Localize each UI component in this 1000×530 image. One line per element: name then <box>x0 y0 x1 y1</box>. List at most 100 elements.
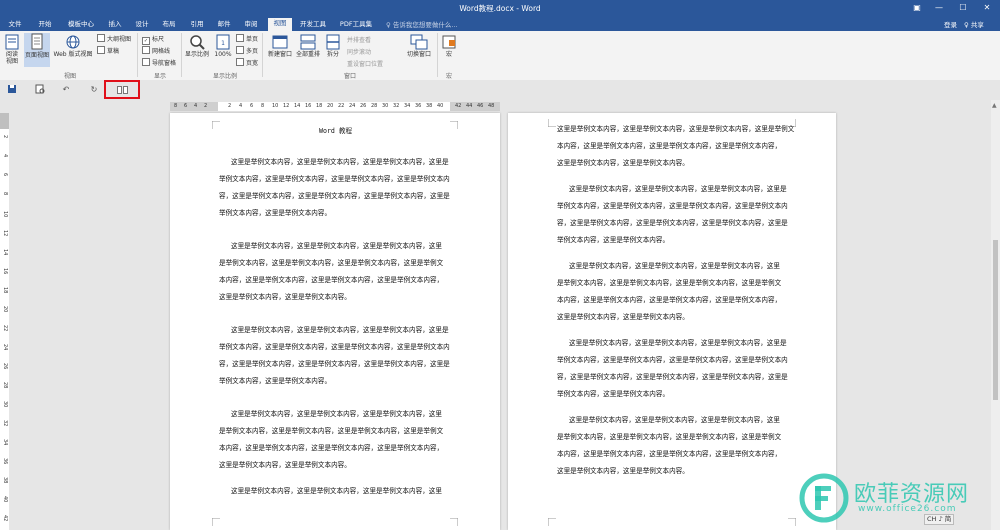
login-link[interactable]: 登录 <box>944 19 957 29</box>
undo-icon[interactable]: ↶ <box>60 84 72 96</box>
side-by-side-icon <box>117 86 128 94</box>
vruler-tick-label: 6 <box>2 173 8 177</box>
save-icon[interactable] <box>6 84 18 96</box>
draft-view-button[interactable]: 草稿 <box>97 46 119 55</box>
tab-view[interactable]: 视图 <box>268 18 292 31</box>
ruler-tick-label: 10 <box>272 103 279 109</box>
close-icon[interactable]: ✕ <box>980 2 994 14</box>
page-width-icon <box>236 58 244 66</box>
vruler-tick-label: 34 <box>2 439 8 446</box>
one-page-button[interactable]: 单页 <box>236 34 258 43</box>
corner-mark <box>548 119 556 127</box>
minimize-icon[interactable]: — <box>932 2 946 14</box>
vertical-scrollbar[interactable]: ▲ <box>991 100 1000 530</box>
maximize-icon[interactable]: ☐ <box>956 2 970 14</box>
outline-view-button[interactable]: 大纲视图 <box>97 34 131 43</box>
text-line: 是举例文本内容，这里是举例文本内容，这里是举例文本内容，这里是举例文 <box>557 279 782 287</box>
text-line: 举例文本内容，这里是举例文本内容，这里是举例文本内容，这里是举例文本内 <box>557 202 788 210</box>
side-by-side-button[interactable]: 并排查看 <box>347 35 371 44</box>
vruler-tick-label: 4 <box>2 154 8 158</box>
print-preview-icon[interactable] <box>34 84 46 96</box>
read-mode-button[interactable]: 阅读 视图 <box>3 34 21 65</box>
sync-scroll-button[interactable]: 同步滚动 <box>347 47 371 56</box>
corner-mark <box>450 121 458 129</box>
vruler-tick-label: 22 <box>2 325 8 332</box>
scroll-up-icon[interactable]: ▲ <box>992 102 997 109</box>
multi-page-button[interactable]: 多页 <box>236 46 258 55</box>
tab-mailings[interactable]: 邮件 <box>213 19 235 31</box>
zoom-button[interactable]: 显示比例 <box>184 34 210 58</box>
ruler-checkbox[interactable]: ✓ 标尺 <box>142 34 164 45</box>
tab-developer[interactable]: 开发工具 <box>298 19 328 31</box>
separator <box>137 33 138 77</box>
tab-templates[interactable]: 模板中心 <box>64 19 98 31</box>
text-line: 这里是举例文本内容，这里是举例文本内容。 <box>557 159 689 167</box>
tell-me-input[interactable]: ♀ 告诉我您想要做什么... <box>386 19 458 29</box>
redo-icon[interactable]: ↻ <box>88 84 100 96</box>
ruler-tick-label: 42 <box>455 103 462 109</box>
text-line: 举例文本内容，这里是举例文本内容。 <box>557 390 670 398</box>
tab-design[interactable]: 设计 <box>131 19 153 31</box>
text-line: 这里是举例文本内容，这里是举例文本内容，这里是举例文本内容，这里是 <box>231 326 449 334</box>
tab-layout[interactable]: 布局 <box>158 19 180 31</box>
window-group-label: 窗口 <box>343 73 356 80</box>
split-button[interactable]: 拆分 <box>323 34 343 58</box>
switch-window-button[interactable]: 切换窗口 <box>404 34 434 58</box>
window-title: Word教程.docx - Word <box>459 4 541 13</box>
text-line: 这里是举例文本内容，这里是举例文本内容，这里是举例文本内容，这里 <box>231 410 442 418</box>
new-window-button[interactable]: 新建窗口 <box>266 34 294 58</box>
tab-file[interactable]: 文件 <box>4 19 26 31</box>
ribbon-display-icon[interactable]: ▣ <box>910 2 924 14</box>
tab-home[interactable]: 开始 <box>34 19 56 31</box>
watermark: 欧菲资源网 www.office26.com <box>798 470 998 528</box>
split-icon <box>326 34 340 50</box>
text-line: 是举例文本内容，这里是举例文本内容，这里是举例文本内容，这里是举例文 <box>557 433 782 441</box>
quick-access-toolbar: ↶ ↻ <box>0 80 1000 101</box>
share-button[interactable]: ♀ 共享 <box>964 19 984 29</box>
tab-insert[interactable]: 插入 <box>104 19 126 31</box>
print-layout-icon <box>31 33 43 50</box>
text-line: 这里是举例文本内容，这里是举例文本内容，这里是举例文本内容，这里 <box>569 262 780 270</box>
tab-pdf-tools[interactable]: PDF工具集 <box>336 19 376 31</box>
highlighted-side-by-side-button[interactable] <box>104 80 140 99</box>
text-line: 本内容，这里是举例文本内容，这里是举例文本内容，这里是举例文本内容， <box>219 276 444 284</box>
separator <box>262 33 263 77</box>
ruler-tick-label: 32 <box>393 103 400 109</box>
watermark-logo-icon <box>799 473 849 523</box>
separator <box>181 33 182 77</box>
nav-pane-checkbox[interactable]: 导航窗格 <box>142 58 176 67</box>
outline-icon <box>97 34 105 42</box>
web-layout-button[interactable]: Web 版式视图 <box>52 34 94 58</box>
vruler-tick-label: 32 <box>2 420 8 427</box>
globe-icon <box>66 35 80 49</box>
print-layout-button[interactable]: 页面视图 <box>24 33 50 67</box>
tab-references[interactable]: 引用 <box>186 19 208 31</box>
text-line: 这里是举例文本内容，这里是举例文本内容，这里是举例文本内容，这里是 <box>231 158 449 166</box>
zoom-100-button[interactable]: 1 100% <box>213 34 233 58</box>
page-right[interactable]: 这里是举例文本内容，这里是举例文本内容，这里是举例文本内容，这里是举例文 本内容，… <box>508 113 836 530</box>
ruler-tick-label: 26 <box>360 103 367 109</box>
macros-button[interactable]: 宏 <box>441 34 457 58</box>
vruler-tick-label: 26 <box>2 363 8 370</box>
arrange-all-icon <box>300 34 316 50</box>
ime-indicator[interactable]: CH ♪ 简 <box>924 514 955 525</box>
page-width-button[interactable]: 页宽 <box>236 58 258 67</box>
text-line: 本内容，这里是举例文本内容，这里是举例文本内容，这里是举例文本内容， <box>219 444 444 452</box>
title-bar: Word教程.docx - Word ▣ — ☐ ✕ <box>0 0 1000 17</box>
zoom-100-label: 100% <box>214 51 232 58</box>
corner-mark <box>788 518 796 526</box>
reset-window-button[interactable]: 重设窗口位置 <box>347 59 383 68</box>
new-window-icon <box>272 35 288 49</box>
text-line: 本内容，这里是举例文本内容，这里是举例文本内容，这里是举例文本内容， <box>557 142 782 150</box>
read-mode-label-2: 视图 <box>5 58 18 65</box>
scroll-thumb[interactable] <box>993 240 998 400</box>
print-layout-label: 页面视图 <box>24 52 49 59</box>
ribbon: 阅读 视图 页面视图 Web 版式视图 大纲视图 草稿 视图 ✓ 标尺 网格线 导… <box>0 31 1000 81</box>
arrange-all-button[interactable]: 全部重排 <box>294 34 322 58</box>
tab-review[interactable]: 审阅 <box>240 19 262 31</box>
page-left[interactable]: Word 教程 这里是举例文本内容，这里是举例文本内容，这里是举例文本内容，这里… <box>170 113 500 530</box>
ruler-tick-label: 16 <box>305 103 312 109</box>
gridlines-checkbox[interactable]: 网格线 <box>142 46 170 55</box>
show-group-label: 显示 <box>153 73 166 80</box>
outline-label: 大纲视图 <box>107 36 132 43</box>
